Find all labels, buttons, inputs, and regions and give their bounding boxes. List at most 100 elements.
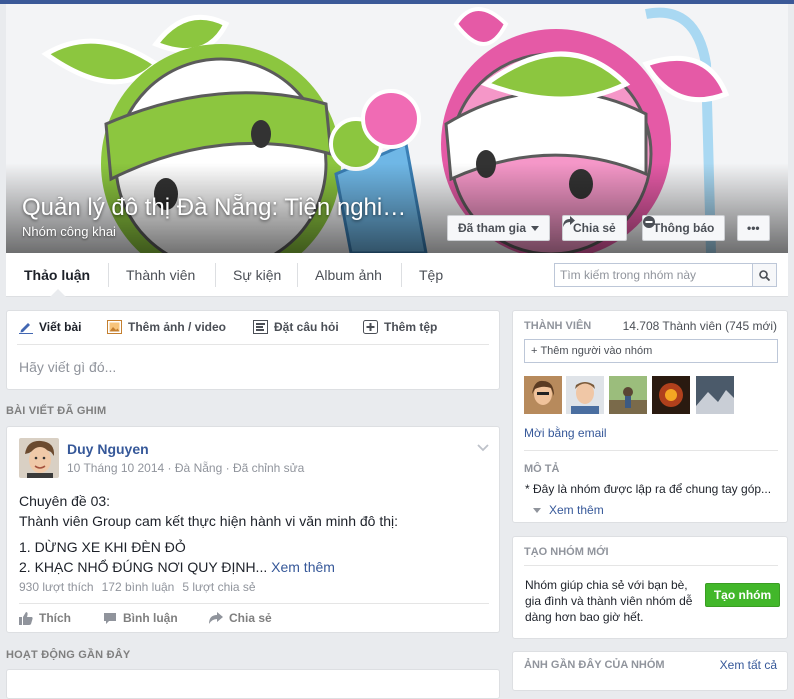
photo-icon [107, 320, 122, 334]
group-title[interactable]: Quản lý đô thị Đà Nẵng: Tiện nghi… [22, 194, 406, 222]
recent-photos-heading: ẢNH GẦN ĐÂY CỦA NHÓM [524, 659, 665, 671]
comment-button[interactable]: Bình luận [103, 611, 178, 625]
tab-members[interactable]: Thành viên [126, 253, 195, 297]
tab-albums[interactable]: Album ảnh [315, 253, 382, 297]
add-member-placeholder: Thêm người vào nhóm [540, 345, 653, 357]
notifications-label: Thông báo [653, 221, 715, 235]
comment-icon [104, 612, 116, 624]
recent-activity-heading: HOẠT ĐỘNG GẦN ĐÂY [6, 649, 131, 661]
plus-icon: + [531, 345, 538, 357]
member-photo [524, 376, 562, 414]
pinned-post: Duy Nguyen 10 Tháng 10 2014 · Đà Nẵng · … [6, 426, 500, 633]
author-avatar[interactable] [19, 438, 59, 478]
post-body: Chuyên đề 03: Thành viên Group cam kết t… [19, 491, 489, 577]
group-description: * Đây là nhóm được lập ra để chung tay g… [525, 482, 772, 496]
post-composer: Viết bài Thêm ảnh / video Đặt câu hỏi Th… [6, 310, 500, 390]
tab-files[interactable]: Tệp [419, 253, 443, 297]
post-date[interactable]: 10 Tháng 10 2014 [67, 461, 164, 475]
group-search [554, 263, 777, 287]
comments-count[interactable]: 172 bình luận [102, 580, 175, 594]
comment-label: Bình luận [123, 611, 178, 625]
tab-events[interactable]: Sự kiện [233, 253, 281, 297]
create-group-button[interactable]: Tạo nhóm [705, 583, 780, 607]
member-thumbnail[interactable] [566, 376, 604, 414]
share-label: Chia sẻ [229, 611, 272, 625]
share-button[interactable]: Chia sẻ [562, 215, 627, 241]
see-more-label: Xem thêm [549, 503, 604, 517]
member-thumbnail[interactable] [696, 376, 734, 414]
post-line: Thành viên Group cam kết thực hiện hành … [19, 513, 399, 529]
create-group-card: TẠO NHÓM MỚI Nhóm giúp chia sẻ với bạn b… [512, 536, 788, 639]
likes-count[interactable]: 930 lượt thích [19, 580, 94, 594]
composer-add-photo-tab[interactable]: Thêm ảnh / video [107, 320, 226, 334]
member-thumbnail[interactable] [524, 376, 562, 414]
composer-tab-label: Thêm tệp [384, 320, 438, 334]
minus-circle-icon [643, 216, 655, 228]
notifications-button[interactable]: Thông báo [642, 215, 726, 241]
more-dots-icon: ••• [747, 221, 760, 235]
post-share-button[interactable]: Chia sẻ [209, 611, 272, 625]
post-line: 2. KHẠC NHỔ ĐÚNG NƠI QUY ĐỊNH... Xem thê… [19, 557, 489, 577]
post-see-more-link[interactable]: Xem thêm [271, 559, 335, 575]
member-photo [609, 376, 647, 414]
joined-button[interactable]: Đã tham gia [447, 215, 551, 241]
group-search-input[interactable] [555, 264, 752, 286]
create-group-divider [524, 565, 778, 566]
joined-label: Đã tham gia [458, 221, 527, 235]
post-edited[interactable]: Đã chỉnh sửa [233, 461, 304, 475]
share-label: Chia sẻ [573, 221, 616, 235]
member-thumbnail[interactable] [652, 376, 690, 414]
tab-divider [215, 263, 216, 287]
post-options-button[interactable] [477, 441, 489, 455]
shares-count[interactable]: 5 lượt chia sẻ [182, 580, 255, 594]
like-label: Thích [39, 611, 71, 625]
members-divider [524, 450, 778, 451]
poll-icon [253, 320, 268, 334]
members-card: THÀNH VIÊN 14.708 Thành viên (745 mới) +… [512, 310, 788, 523]
post-line-text: 2. KHẠC NHỔ ĐÚNG NƠI QUY ĐỊNH... [19, 559, 268, 575]
member-thumbnail[interactable] [609, 376, 647, 414]
description-heading: MÔ TẢ [524, 463, 560, 475]
add-member-input[interactable]: + Thêm người vào nhóm [524, 339, 778, 363]
composer-add-file-tab[interactable]: Thêm tệp [363, 320, 437, 334]
group-privacy: Nhóm công khai [22, 224, 116, 239]
post-location[interactable]: Đà Nẵng [175, 461, 222, 475]
tab-divider [297, 263, 298, 287]
search-button[interactable] [752, 264, 776, 286]
create-group-heading: TẠO NHÓM MỚI [524, 546, 609, 558]
author-avatar-image [19, 438, 59, 478]
pencil-icon [19, 323, 33, 334]
search-icon [759, 269, 770, 281]
post-stats: 930 lượt thích 172 bình luận 5 lượt chia… [19, 580, 256, 594]
composer-tab-label: Viết bài [39, 320, 82, 334]
post-author-name[interactable]: Duy Nguyen [67, 441, 149, 457]
recent-activity-card [6, 669, 500, 699]
composer-tab-label: Đặt câu hỏi [274, 320, 339, 334]
like-button[interactable]: Thích [19, 611, 71, 625]
member-photo [566, 376, 604, 414]
recent-photos-card: ẢNH GẦN ĐÂY CỦA NHÓM Xem tất cả [512, 651, 788, 691]
more-options-button[interactable]: ••• [737, 215, 770, 241]
add-file-icon [363, 320, 378, 334]
share-arrow-icon [563, 216, 575, 227]
active-tab-indicator [50, 289, 66, 297]
invite-by-email-link[interactable]: Mời bằng email [524, 426, 607, 440]
composer-text-input[interactable]: Hãy viết gì đó... [19, 359, 116, 375]
member-photo [652, 376, 690, 414]
post-meta: 10 Tháng 10 2014 · Đà Nẵng · Đã chỉnh sử… [67, 461, 304, 475]
members-heading[interactable]: THÀNH VIÊN [524, 320, 591, 332]
group-tab-bar: Thảo luận Thành viên Sự kiện Album ảnh T… [6, 253, 788, 297]
description-see-more[interactable]: Xem thêm [533, 503, 604, 517]
tab-divider [401, 263, 402, 287]
composer-write-post-tab[interactable]: Viết bài [19, 320, 81, 334]
cover-photo: Quản lý đô thị Đà Nẵng: Tiện nghi… Nhóm … [6, 4, 788, 253]
post-divider [19, 603, 489, 604]
members-count[interactable]: 14.708 Thành viên (745 mới) [623, 319, 777, 333]
composer-ask-question-tab[interactable]: Đặt câu hỏi [253, 320, 339, 334]
create-group-description: Nhóm giúp chia sẻ với bạn bè, gia đình v… [525, 578, 693, 624]
thumbs-up-icon [19, 611, 33, 625]
chevron-down-icon [477, 444, 489, 452]
composer-divider [17, 344, 489, 345]
chevron-down-icon [531, 225, 540, 231]
see-all-photos-link[interactable]: Xem tất cả [720, 658, 777, 672]
